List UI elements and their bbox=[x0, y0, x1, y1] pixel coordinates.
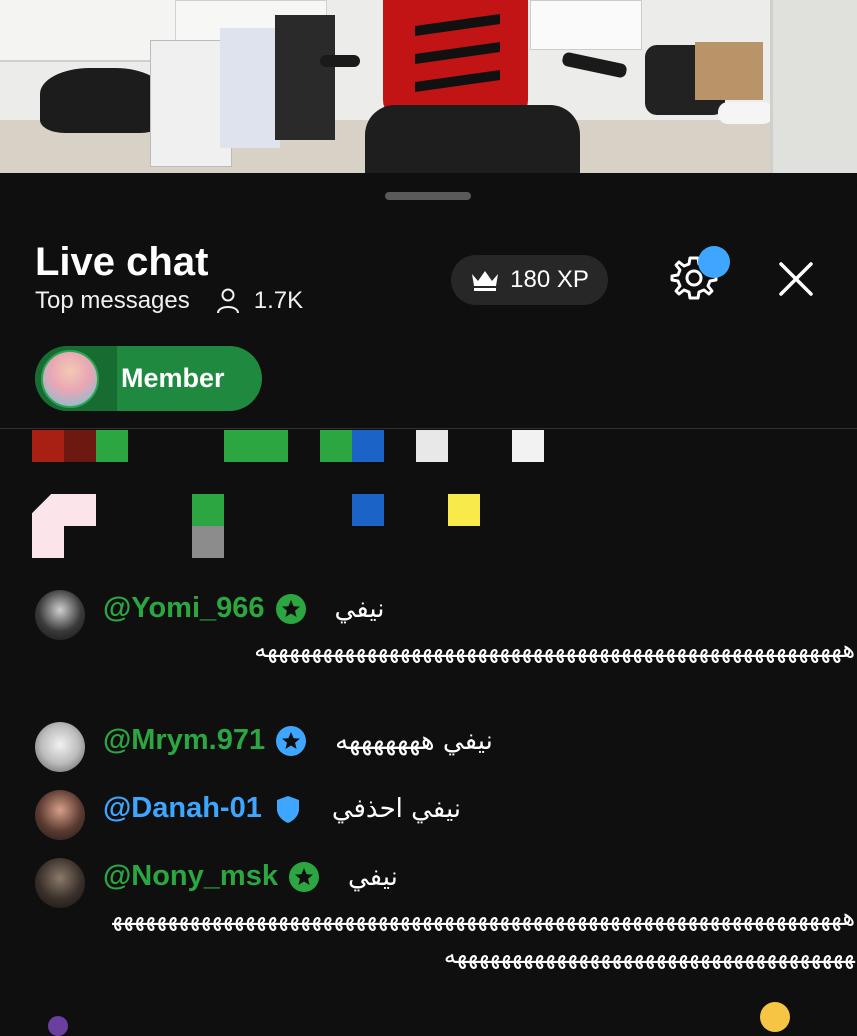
color-block bbox=[192, 526, 224, 558]
video-bag bbox=[40, 68, 165, 133]
viewer-count: 1.7K bbox=[216, 287, 303, 315]
message-text: نيفي احذفي bbox=[331, 793, 462, 824]
star-icon bbox=[275, 593, 306, 624]
color-block bbox=[224, 430, 288, 462]
video-box-2 bbox=[220, 28, 280, 148]
avatar[interactable] bbox=[35, 722, 85, 772]
message-text: نيفي bbox=[334, 593, 385, 624]
color-block bbox=[96, 430, 128, 462]
color-block bbox=[352, 430, 384, 462]
color-block bbox=[352, 494, 384, 526]
drag-handle[interactable] bbox=[385, 192, 471, 200]
star-icon bbox=[288, 861, 319, 892]
chat-mode-selector[interactable]: Top messages bbox=[35, 287, 190, 315]
message-text: نيفي هههههههه bbox=[335, 725, 493, 756]
avatar[interactable] bbox=[35, 790, 85, 840]
chat-message[interactable]: @Mrym.971 نيفي هههههههه bbox=[35, 722, 825, 772]
color-block bbox=[416, 430, 448, 462]
avatar[interactable] bbox=[35, 858, 85, 908]
username[interactable]: @Mrym.971 bbox=[103, 724, 265, 757]
color-block bbox=[320, 430, 352, 462]
member-label: Member bbox=[121, 363, 225, 393]
username[interactable]: @Danah-01 bbox=[103, 792, 262, 825]
xp-button[interactable]: 180 XP bbox=[451, 255, 608, 305]
star-icon bbox=[276, 725, 307, 756]
video-cardboard-box bbox=[695, 42, 763, 100]
video-chair bbox=[383, 0, 528, 120]
color-block bbox=[64, 430, 96, 462]
notification-dot bbox=[698, 246, 730, 278]
username[interactable]: @Nony_msk bbox=[103, 860, 278, 893]
message-header: @Nony_msk نيفي bbox=[103, 860, 398, 893]
video-shoe bbox=[718, 102, 773, 124]
color-block bbox=[32, 430, 64, 462]
color-block bbox=[192, 494, 224, 526]
viewer-count-value: 1.7K bbox=[253, 287, 304, 314]
crown-icon bbox=[472, 271, 499, 291]
divider bbox=[0, 428, 857, 429]
message-header: @Mrym.971 نيفي هههههههه bbox=[103, 724, 493, 757]
video-fridge bbox=[275, 15, 335, 140]
chat-subtitle: Top messages 1.7K bbox=[35, 287, 303, 315]
member-filter-chip[interactable]: Member bbox=[35, 346, 262, 411]
chat-message[interactable]: @Yomi_966 نيفي ههههههههههههههههههههههههه… bbox=[35, 590, 855, 700]
avatar[interactable] bbox=[48, 1016, 68, 1036]
person-icon bbox=[216, 288, 239, 314]
video-door bbox=[770, 0, 857, 173]
username[interactable]: @Yomi_966 bbox=[103, 592, 265, 625]
video-player[interactable] bbox=[0, 0, 857, 173]
color-block bbox=[448, 494, 480, 526]
message-header: @Yomi_966 نيفي bbox=[103, 592, 384, 625]
color-block bbox=[512, 430, 544, 462]
emoji-icon bbox=[760, 1002, 790, 1032]
avatar[interactable] bbox=[35, 590, 85, 640]
chat-title: Live chat bbox=[35, 240, 209, 284]
close-icon[interactable] bbox=[777, 260, 815, 298]
member-avatar bbox=[41, 349, 99, 408]
xp-label: 180 XP bbox=[510, 266, 589, 293]
message-header: @Danah-01 نيفي احذفي bbox=[103, 792, 461, 825]
message-text-continued: هههههههههههههههههههههههههههههههههههههههه… bbox=[112, 903, 855, 969]
video-chair-seat bbox=[365, 105, 580, 173]
shield-icon bbox=[276, 795, 299, 823]
video-chair-arm bbox=[320, 55, 360, 67]
message-text: نيفي bbox=[347, 861, 398, 892]
message-text-continued: هههههههههههههههههههههههههههههههههههههههه… bbox=[254, 635, 855, 663]
video-bed bbox=[530, 0, 642, 50]
video-desk bbox=[0, 0, 175, 62]
chat-message[interactable]: @Danah-01 نيفي احذفي bbox=[35, 790, 825, 840]
chat-message[interactable]: @Nony_msk نيفي ههههههههههههههههههههههههه… bbox=[35, 858, 855, 1008]
